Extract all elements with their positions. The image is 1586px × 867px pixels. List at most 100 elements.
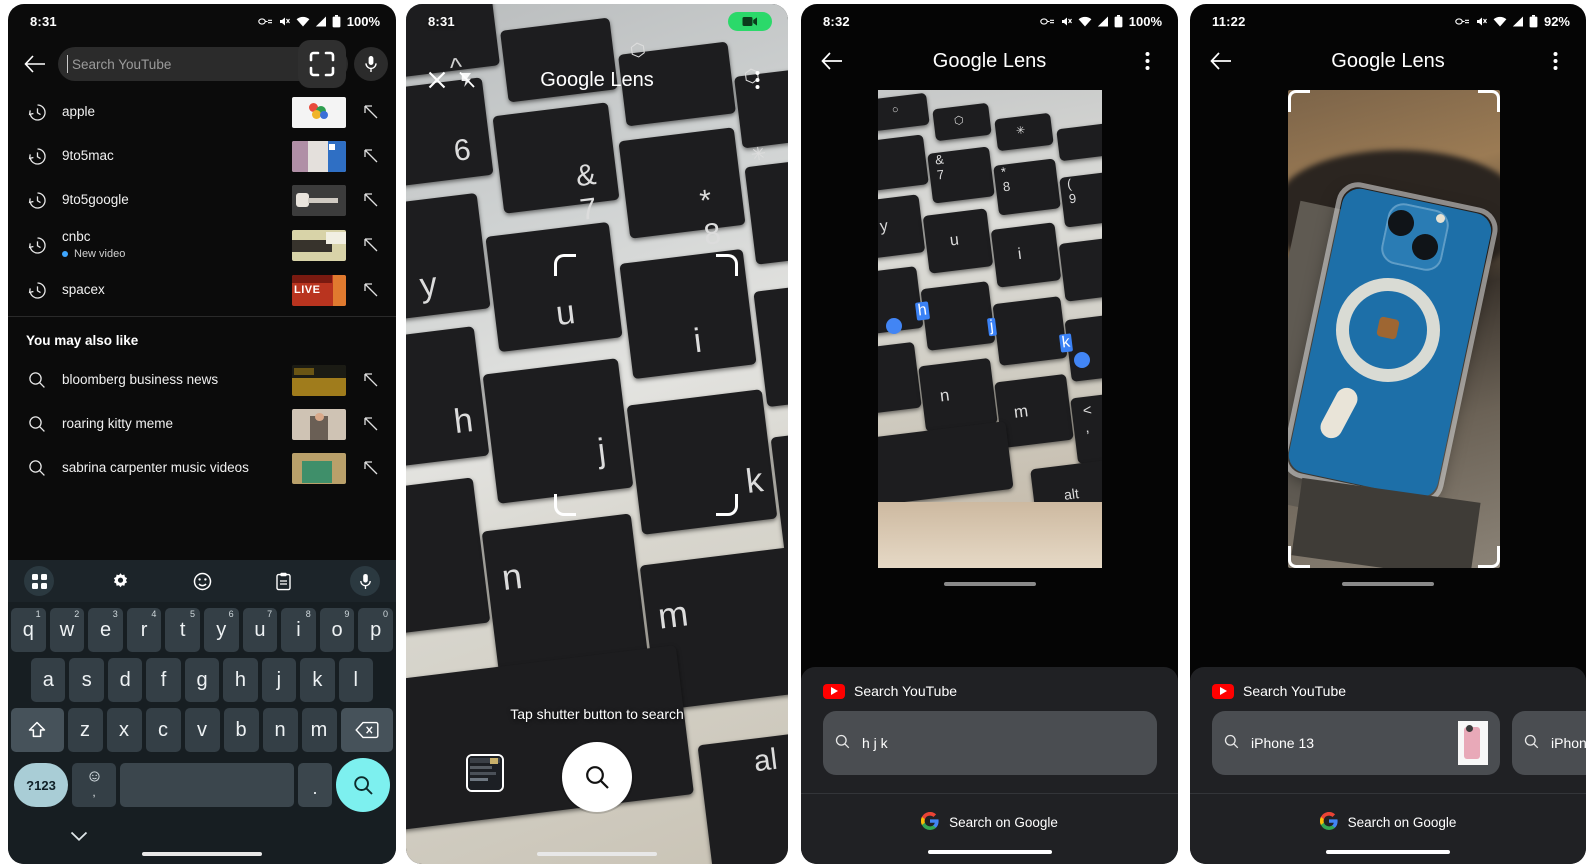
list-item[interactable]: cnbc New video xyxy=(8,222,396,268)
close-icon[interactable] xyxy=(422,65,452,95)
back-icon[interactable] xyxy=(18,47,52,81)
key-t[interactable]: 5t xyxy=(165,608,200,652)
home-gesture-bar[interactable] xyxy=(142,852,262,856)
search-on-google-button[interactable]: Search on Google xyxy=(1190,794,1586,850)
selected-letter-k[interactable]: k xyxy=(1058,333,1073,353)
list-item[interactable]: 9to5mac xyxy=(8,134,396,178)
key-b[interactable]: b xyxy=(223,708,259,752)
key-y[interactable]: 6y xyxy=(204,608,239,652)
key-m[interactable]: m xyxy=(301,708,337,752)
list-item[interactable]: bloomberg business news xyxy=(8,358,396,402)
list-item[interactable]: apple xyxy=(8,90,396,134)
grid-icon[interactable] xyxy=(24,566,54,596)
key-z[interactable]: z xyxy=(67,708,103,752)
key-label: e xyxy=(99,618,112,641)
gear-icon[interactable] xyxy=(106,566,136,596)
key-label: u xyxy=(254,618,266,641)
emoji-comma-key[interactable]: , xyxy=(72,763,116,807)
flash-off-icon[interactable] xyxy=(452,65,482,95)
status-icons: 100% xyxy=(257,14,380,29)
glasses-icon xyxy=(257,17,272,25)
key-v[interactable]: v xyxy=(184,708,220,752)
chip-card[interactable]: h j k xyxy=(823,711,1157,775)
comma-label: , xyxy=(92,787,96,799)
chevron-down-icon[interactable] xyxy=(70,829,88,847)
overflow-menu-icon[interactable] xyxy=(1540,46,1570,76)
list-item[interactable]: sabrina carpenter music videos xyxy=(8,446,396,490)
shutter-button[interactable] xyxy=(562,742,632,812)
photo-gesture-bar[interactable] xyxy=(1342,582,1434,586)
key-p[interactable]: 0p xyxy=(358,608,393,652)
insert-arrow-icon[interactable] xyxy=(360,148,382,164)
key-g[interactable]: g xyxy=(184,658,220,702)
symbols-key[interactable]: ?123 xyxy=(14,763,68,807)
captured-photo-iphone[interactable] xyxy=(1288,90,1500,568)
camera-viewfinder[interactable]: ^ 6 & 7 * 8 y u i h j k n m al ⬡ ⬡ ✳ xyxy=(406,4,788,864)
key-u[interactable]: 7u xyxy=(242,608,278,652)
insert-arrow-icon[interactable] xyxy=(360,372,382,388)
chip-card[interactable]: iPhone xyxy=(1512,711,1586,775)
new-dot-icon xyxy=(62,251,68,258)
insert-arrow-icon[interactable] xyxy=(360,416,382,432)
key-w[interactable]: 2w xyxy=(49,608,85,652)
list-item[interactable]: spacex LIVE xyxy=(8,268,396,312)
glasses-icon xyxy=(1455,17,1469,25)
chip-card[interactable]: iPhone 13 xyxy=(1212,711,1500,775)
overflow-menu-icon[interactable] xyxy=(1132,46,1162,76)
key-number: 7 xyxy=(267,609,273,619)
list-item-label: sabrina carpenter music videos xyxy=(62,459,249,475)
key-l[interactable]: l xyxy=(338,658,373,702)
microphone-icon[interactable] xyxy=(350,566,380,596)
back-icon[interactable] xyxy=(1206,46,1236,76)
key-x[interactable]: x xyxy=(106,708,142,752)
home-gesture-bar[interactable] xyxy=(1326,850,1450,854)
lens-button[interactable] xyxy=(298,40,346,88)
selection-handle-end[interactable] xyxy=(1073,352,1090,368)
keyboard-row-2: a s d f g h j k l xyxy=(11,658,393,702)
insert-arrow-icon[interactable] xyxy=(360,460,382,476)
key-k[interactable]: k xyxy=(300,658,335,702)
key-c[interactable]: c xyxy=(145,708,181,752)
backspace-key[interactable] xyxy=(340,708,393,752)
gallery-button[interactable] xyxy=(466,754,504,792)
key-e[interactable]: 3e xyxy=(88,608,123,652)
search-submit-key[interactable] xyxy=(336,758,390,812)
captured-photo-keyboard[interactable]: ○ ⬡ ✳ & 7 * 8 (9 y u i h j k n m <, alt xyxy=(877,90,1102,568)
key-f[interactable]: f xyxy=(146,658,181,702)
key-q[interactable]: 1q xyxy=(11,608,46,652)
key-d[interactable]: d xyxy=(107,658,143,702)
key-r[interactable]: 4r xyxy=(126,608,162,652)
cellular-signal-icon xyxy=(1512,16,1523,26)
list-item[interactable]: 9to5google xyxy=(8,178,396,222)
list-item[interactable]: roaring kitty meme xyxy=(8,402,396,446)
insert-arrow-icon[interactable] xyxy=(360,237,382,253)
photo-gesture-bar[interactable] xyxy=(943,582,1036,586)
key-o[interactable]: 9o xyxy=(319,608,355,652)
selected-letter-h[interactable]: h xyxy=(914,301,930,321)
key-j[interactable]: j xyxy=(261,658,297,702)
key-s[interactable]: s xyxy=(69,658,104,702)
period-key[interactable]: . xyxy=(298,763,332,807)
clipboard-icon[interactable] xyxy=(269,566,299,596)
key-h[interactable]: h xyxy=(223,658,258,702)
search-icon xyxy=(1524,734,1539,752)
home-gesture-bar[interactable] xyxy=(537,852,657,856)
thumbnail xyxy=(292,452,346,484)
key-i[interactable]: 8i xyxy=(281,608,316,652)
selection-handle-start[interactable] xyxy=(885,318,902,334)
insert-arrow-icon[interactable] xyxy=(360,282,382,298)
key-a[interactable]: a xyxy=(31,658,66,702)
key-n[interactable]: n xyxy=(262,708,298,752)
emoji-icon[interactable] xyxy=(187,566,217,596)
search-on-google-button[interactable]: Search on Google xyxy=(801,794,1178,850)
insert-arrow-icon[interactable] xyxy=(360,192,382,208)
home-gesture-bar[interactable] xyxy=(927,850,1052,854)
selected-letter-j[interactable]: j xyxy=(986,317,997,337)
voice-search-button[interactable] xyxy=(354,47,388,81)
back-icon[interactable] xyxy=(817,46,847,76)
overflow-menu-icon[interactable] xyxy=(742,65,772,95)
space-key[interactable] xyxy=(120,763,294,807)
shift-key[interactable] xyxy=(11,708,64,752)
camera-hint-text: Tap shutter button to search xyxy=(510,706,684,722)
insert-arrow-icon[interactable] xyxy=(360,104,382,120)
